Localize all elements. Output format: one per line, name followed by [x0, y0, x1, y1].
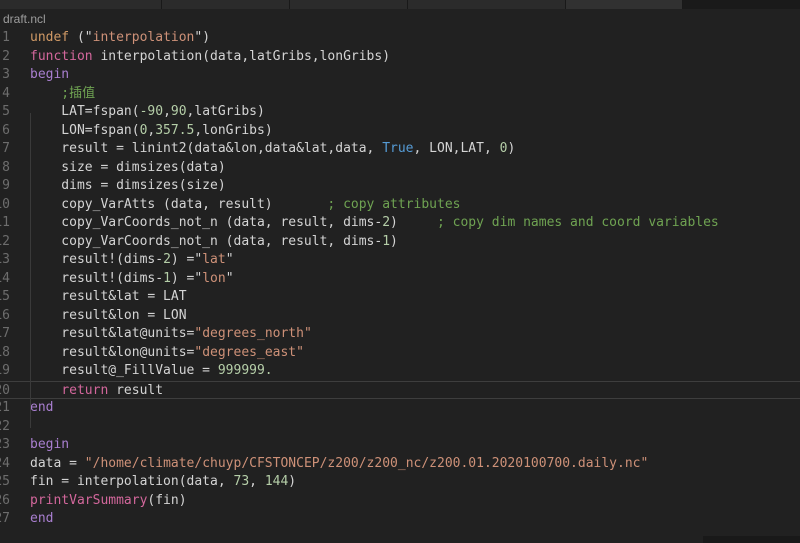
code-line[interactable]: 19 result@_FillValue = 999999. — [0, 362, 800, 381]
code-text: data = "/home/climate/chuyp/CFSTONCEP/z2… — [30, 455, 648, 474]
code-text: dims = dimsizes(size) — [30, 177, 226, 196]
code-text: result@_FillValue = 999999. — [30, 362, 273, 381]
code-line[interactable]: 10 copy_VarAtts (data, result) ; copy at… — [0, 196, 800, 215]
code-text: size = dimsizes(data) — [30, 159, 226, 178]
code-line[interactable]: 12 copy_VarCoords_not_n (data, result, d… — [0, 233, 800, 252]
line-number[interactable]: 15 — [0, 288, 12, 307]
code-line[interactable]: 13 result!(dims-2) ="lat" — [0, 251, 800, 270]
code-text: fin = interpolation(data, 73, 144) — [30, 473, 296, 492]
code-text: begin — [30, 436, 69, 455]
code-line[interactable]: 26 printVarSummary(fin) — [0, 492, 800, 511]
tab-segment[interactable] — [408, 0, 566, 9]
line-number[interactable]: 14 — [0, 270, 12, 289]
code-line[interactable]: 1 undef ("interpolation") — [0, 29, 800, 48]
code-text: result&lat@units="degrees_north" — [30, 325, 312, 344]
code-text: result&lon = LON — [30, 307, 187, 326]
breadcrumb-file-label[interactable]: draft.ncl — [3, 12, 46, 26]
code-text: result = linint2(data&lon,data&lat,data,… — [30, 140, 515, 159]
code-line[interactable]: 8 size = dimsizes(data) — [0, 159, 800, 178]
line-number[interactable]: 25 — [0, 473, 12, 492]
line-number[interactable]: 21 — [0, 399, 12, 418]
code-text: LON=fspan(0,357.5,lonGribs) — [30, 122, 273, 141]
line-number[interactable]: 18 — [0, 344, 12, 363]
line-number[interactable]: 11 — [0, 214, 12, 233]
code-line[interactable]: 5 LAT=fspan(-90,90,latGribs) — [0, 103, 800, 122]
line-number[interactable]: 9 — [0, 177, 12, 196]
line-number[interactable]: 4 — [0, 85, 12, 104]
code-text: function interpolation(data,latGribs,lon… — [30, 48, 390, 67]
code-line[interactable]: 20 return result — [0, 381, 800, 400]
code-editor[interactable]: 1 undef ("interpolation") 2 function interp… — [0, 29, 800, 529]
tab-strip-empty-area — [683, 0, 800, 9]
code-text: return result — [30, 382, 163, 399]
code-line[interactable]: 15 result&lat = LAT — [0, 288, 800, 307]
code-text: end — [30, 399, 53, 418]
line-number[interactable]: 16 — [0, 307, 12, 326]
code-line[interactable]: 18 result&lon@units="degrees_east" — [0, 344, 800, 363]
code-line[interactable]: 9 dims = dimsizes(size) — [0, 177, 800, 196]
line-number[interactable]: 1 — [0, 29, 12, 48]
line-number[interactable]: 13 — [0, 251, 12, 270]
line-number[interactable]: 12 — [0, 233, 12, 252]
line-number[interactable]: 7 — [0, 140, 12, 159]
code-line[interactable]: 21 end — [0, 399, 800, 418]
code-line[interactable]: 22 — [0, 418, 800, 437]
line-number[interactable]: 23 — [0, 436, 12, 455]
code-line[interactable]: 23 begin — [0, 436, 800, 455]
code-line[interactable]: 24 data = "/home/climate/chuyp/CFSTONCEP/… — [0, 455, 800, 474]
tab-segment[interactable] — [162, 0, 290, 9]
code-line[interactable]: 16 result&lon = LON — [0, 307, 800, 326]
tab-segment[interactable] — [290, 0, 408, 9]
code-line[interactable]: 11 copy_VarCoords_not_n (data, result, d… — [0, 214, 800, 233]
code-text: result&lat = LAT — [30, 288, 187, 307]
code-text: printVarSummary(fin) — [30, 492, 187, 511]
bottom-right-panel-edge — [703, 536, 800, 543]
code-lines: 1 undef ("interpolation") 2 function interp… — [0, 29, 800, 529]
line-number[interactable]: 2 — [0, 48, 12, 67]
code-line[interactable]: 7 result = linint2(data&lon,data&lat,dat… — [0, 140, 800, 159]
line-number[interactable]: 19 — [0, 362, 12, 381]
tab-segment[interactable] — [0, 0, 162, 9]
tab-strip[interactable] — [0, 0, 683, 9]
line-number[interactable]: 27 — [0, 510, 12, 529]
line-number[interactable]: 20 — [0, 382, 12, 399]
line-number[interactable]: 5 — [0, 103, 12, 122]
code-line[interactable]: 27 end — [0, 510, 800, 529]
code-text: ;插值 — [30, 85, 95, 104]
line-number[interactable]: 17 — [0, 325, 12, 344]
indent-guide — [30, 113, 31, 428]
line-number[interactable]: 22 — [0, 418, 12, 437]
code-text: end — [30, 510, 53, 529]
code-line[interactable]: 25 fin = interpolation(data, 73, 144) — [0, 473, 800, 492]
code-text: result!(dims-1) ="lon" — [30, 270, 234, 289]
line-number[interactable]: 24 — [0, 455, 12, 474]
line-number[interactable]: 6 — [0, 122, 12, 141]
line-number[interactable]: 8 — [0, 159, 12, 178]
line-number[interactable]: 26 — [0, 492, 12, 511]
code-text: copy_VarCoords_not_n (data, result, dims… — [30, 233, 398, 252]
code-text: LAT=fspan(-90,90,latGribs) — [30, 103, 265, 122]
code-text: copy_VarCoords_not_n (data, result, dims… — [30, 214, 719, 233]
code-text: copy_VarAtts (data, result) ; copy attri… — [30, 196, 460, 215]
code-text: result!(dims-2) ="lat" — [30, 251, 234, 270]
line-number[interactable]: 3 — [0, 66, 12, 85]
code-line[interactable]: 4 ;插值 — [0, 85, 800, 104]
code-text: undef ("interpolation") — [30, 29, 210, 48]
tab-segment[interactable] — [566, 0, 683, 9]
code-line[interactable]: 2 function interpolation(data,latGribs,lo… — [0, 48, 800, 67]
code-line[interactable]: 6 LON=fspan(0,357.5,lonGribs) — [0, 122, 800, 141]
line-number[interactable]: 10 — [0, 196, 12, 215]
code-text: result&lon@units="degrees_east" — [30, 344, 304, 363]
code-line[interactable]: 17 result&lat@units="degrees_north" — [0, 325, 800, 344]
code-text: begin — [30, 66, 69, 85]
code-line[interactable]: 3 begin — [0, 66, 800, 85]
code-line[interactable]: 14 result!(dims-1) ="lon" — [0, 270, 800, 289]
breadcrumb[interactable]: draft.ncl — [0, 9, 800, 29]
